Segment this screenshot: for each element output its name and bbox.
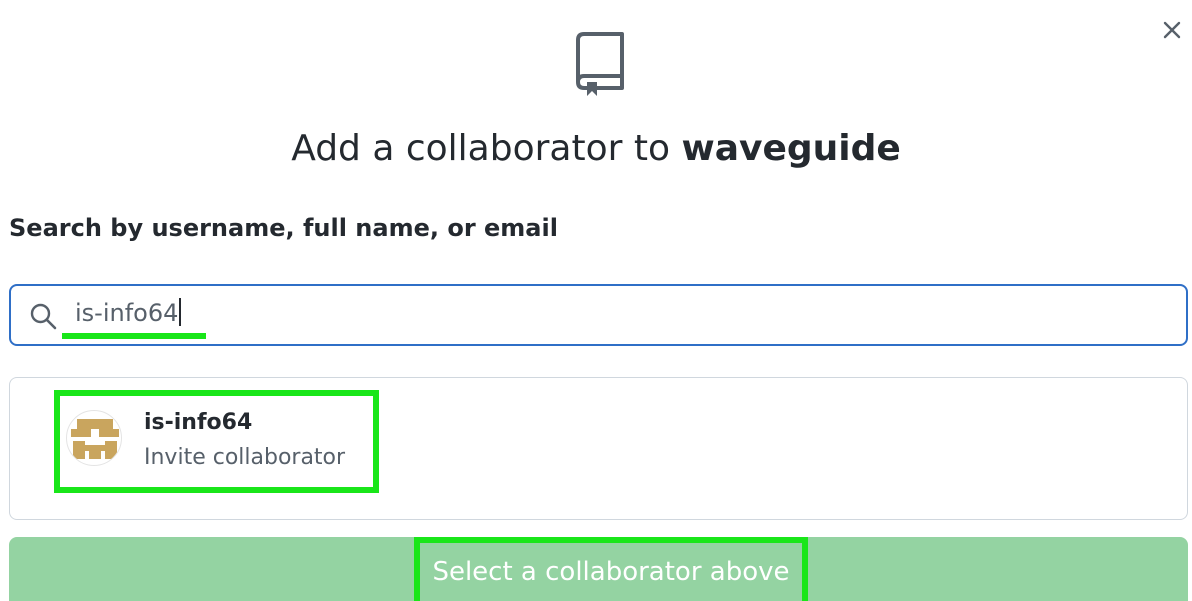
repo-icon: [576, 32, 624, 96]
submit-button-label: Select a collaborator above: [414, 537, 808, 601]
search-label: Search by username, full name, or email: [9, 214, 558, 242]
add-collaborator-dialog: Add a collaborator to waveguide Search b…: [0, 0, 1192, 601]
result-item-is-info64[interactable]: is-info64 Invite collaborator: [54, 390, 379, 493]
identicon-avatar: [66, 410, 122, 466]
dialog-title: Add a collaborator to waveguide: [0, 128, 1192, 169]
close-icon: [1163, 21, 1181, 39]
close-button[interactable]: [1156, 14, 1188, 46]
result-username: is-info64: [144, 410, 253, 435]
search-input-value: is-info64: [75, 298, 181, 327]
repo-name: waveguide: [681, 128, 901, 169]
search-icon: [30, 303, 57, 330]
search-results-list: is-info64 Invite collaborator: [9, 377, 1188, 520]
search-text-highlight: [62, 333, 206, 339]
add-collaborator-button[interactable]: Select a collaborator above: [9, 537, 1188, 601]
result-action: Invite collaborator: [144, 445, 346, 470]
title-prefix: Add a collaborator to: [291, 128, 682, 169]
